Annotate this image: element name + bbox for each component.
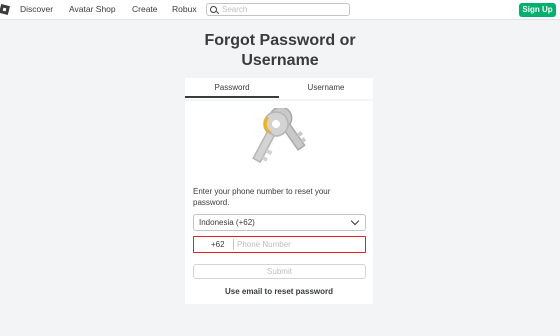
top-navigation-bar: Discover Avatar Shop Create Robux Sign U… xyxy=(0,0,560,20)
search-box[interactable] xyxy=(206,3,350,16)
phone-number-input[interactable] xyxy=(237,238,361,250)
search-input[interactable] xyxy=(222,4,348,15)
use-email-link[interactable]: Use email to reset password xyxy=(185,287,373,296)
page-title-line-2: Username xyxy=(241,52,319,69)
phone-divider xyxy=(233,239,234,250)
sign-up-button[interactable]: Sign Up xyxy=(519,3,556,17)
front-key xyxy=(252,111,289,164)
phone-prefix: +62 xyxy=(211,240,225,249)
roblox-logo-icon[interactable] xyxy=(0,4,10,15)
nav-robux[interactable]: Robux xyxy=(172,4,197,14)
nav-discover[interactable]: Discover xyxy=(20,4,53,14)
nav-create[interactable]: Create xyxy=(132,4,158,14)
chevron-down-icon xyxy=(350,216,360,226)
search-icon xyxy=(210,6,217,13)
tab-password[interactable]: Password xyxy=(185,78,279,98)
country-select[interactable]: Indonesia (+62) xyxy=(193,214,366,231)
country-select-value: Indonesia (+62) xyxy=(199,218,255,227)
tab-bar: Password Username xyxy=(185,78,373,98)
keys-icon xyxy=(252,108,307,164)
tab-username[interactable]: Username xyxy=(279,78,373,98)
submit-button[interactable]: Submit xyxy=(193,264,366,279)
reset-card: Password Username Enter your phone numbe… xyxy=(185,78,373,304)
page-title-line-1: Forgot Password or xyxy=(204,32,356,49)
tab-selected-indicator xyxy=(185,96,279,98)
tab-divider xyxy=(185,99,373,101)
phone-field[interactable]: +62 xyxy=(193,236,366,253)
page-title: Forgot Password or Username xyxy=(180,31,380,71)
nav-avatar-shop[interactable]: Avatar Shop xyxy=(69,4,116,14)
reset-instructions: Enter your phone number to reset your pa… xyxy=(193,187,331,207)
